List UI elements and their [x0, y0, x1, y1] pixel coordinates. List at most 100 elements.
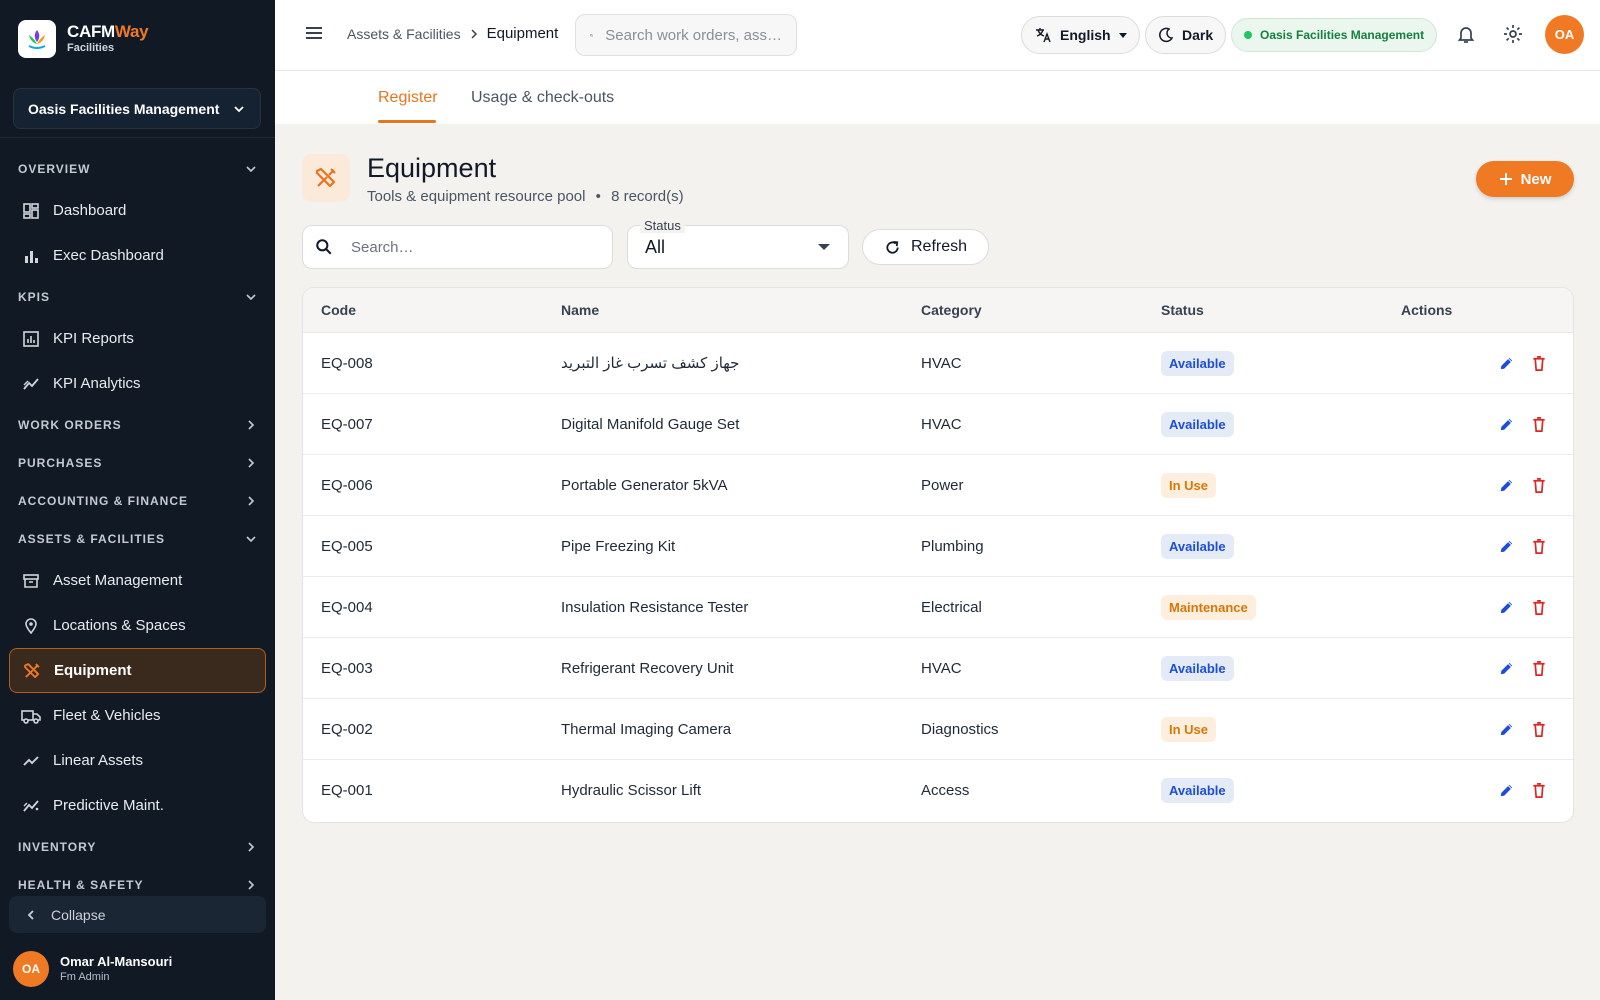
table-row[interactable]: EQ-004 Insulation Resistance Tester Elec…: [303, 577, 1573, 638]
table-row[interactable]: EQ-002 Thermal Imaging Camera Diagnostic…: [303, 699, 1573, 760]
edit-button[interactable]: [1498, 782, 1515, 799]
equipment-table: Code Name Category Status Actions EQ-008…: [302, 287, 1574, 823]
new-button[interactable]: New: [1476, 161, 1574, 197]
global-search[interactable]: Search work orders, ass…: [575, 14, 797, 56]
sidebar-item-locations-spaces[interactable]: Locations & Spaces: [9, 603, 266, 648]
delete-button[interactable]: [1531, 782, 1547, 799]
trash-icon: [1533, 355, 1545, 371]
pencil-icon: [1500, 357, 1513, 369]
table-row[interactable]: EQ-005 Pipe Freezing Kit Plumbing Availa…: [303, 516, 1573, 577]
menu-button[interactable]: [303, 22, 325, 49]
delete-button[interactable]: [1531, 660, 1547, 677]
column-header-code[interactable]: Code: [303, 302, 543, 318]
sidebar-section-label: KPIS: [18, 290, 51, 304]
status-filter-label: Status: [640, 218, 685, 233]
sidebar-item-exec-dashboard[interactable]: Exec Dashboard: [9, 233, 266, 278]
sidebar-item-label: Linear Assets: [53, 752, 144, 769]
delete-button[interactable]: [1531, 538, 1547, 555]
sidebar-section-label: PURCHASES: [18, 456, 103, 470]
delete-button[interactable]: [1531, 721, 1547, 738]
chevron-right-icon: [248, 420, 255, 430]
delete-button[interactable]: [1531, 416, 1547, 433]
sidebar-item-asset-management[interactable]: Asset Management: [9, 558, 266, 603]
sidebar-item-kpi-analytics[interactable]: KPI Analytics: [9, 361, 266, 406]
sidebar-section-purchases[interactable]: PURCHASES: [0, 444, 275, 482]
sidebar-item-kpi-reports[interactable]: KPI Reports: [9, 316, 266, 361]
org-selector[interactable]: Oasis Facilities Management: [13, 88, 261, 129]
tab-register[interactable]: Register: [378, 89, 438, 107]
sidebar-section-overview[interactable]: OVERVIEW: [0, 150, 275, 188]
edit-button[interactable]: [1498, 477, 1515, 494]
brand[interactable]: CAFMWay Facilities: [18, 20, 149, 58]
record-count: 8 record(s): [611, 188, 684, 205]
table-row[interactable]: EQ-006 Portable Generator 5kVA Power In …: [303, 455, 1573, 516]
user-avatar[interactable]: OA: [1545, 15, 1584, 54]
edit-button[interactable]: [1498, 721, 1515, 738]
cell-code: EQ-007: [321, 415, 373, 433]
language-label: English: [1060, 27, 1111, 43]
cell-category: HVAC: [921, 415, 962, 433]
table-row[interactable]: EQ-003 Refrigerant Recovery Unit HVAC Av…: [303, 638, 1573, 699]
breadcrumb-current: Equipment: [486, 25, 559, 42]
tools-icon: [315, 167, 336, 188]
edit-button[interactable]: [1498, 599, 1515, 616]
new-button-label: New: [1520, 170, 1552, 188]
org-badge[interactable]: Oasis Facilities Management: [1231, 18, 1438, 52]
status-badge: In Use: [1161, 472, 1217, 498]
table-search-input[interactable]: Search…: [302, 225, 613, 269]
delete-button[interactable]: [1531, 355, 1547, 372]
plus-icon: [1499, 173, 1512, 185]
avatar: OA: [13, 951, 49, 987]
edit-button[interactable]: [1498, 660, 1515, 677]
delete-button[interactable]: [1531, 599, 1547, 616]
column-header-status[interactable]: Status: [1143, 302, 1383, 318]
edit-button[interactable]: [1498, 538, 1515, 555]
cell-code: EQ-002: [321, 720, 373, 738]
tab-usage-checkouts[interactable]: Usage & check-outs: [471, 89, 614, 107]
sidebar-section-label: HEALTH & SAFETY: [18, 878, 144, 890]
table-row[interactable]: EQ-001 Hydraulic Scissor Lift Access Ava…: [303, 760, 1573, 821]
edit-button[interactable]: [1498, 416, 1515, 433]
delete-button[interactable]: [1531, 477, 1547, 494]
bell-icon: [1457, 27, 1475, 43]
cell-category: Access: [921, 782, 970, 799]
status-filter-select[interactable]: Status All: [627, 218, 849, 269]
column-header-name[interactable]: Name: [543, 302, 903, 318]
pencil-icon: [1500, 662, 1513, 674]
search-icon: [590, 33, 593, 37]
pencil-icon: [1500, 601, 1513, 613]
language-selector[interactable]: English: [1021, 16, 1140, 54]
page-title: Equipment: [367, 153, 497, 183]
sidebar-item-label: KPI Analytics: [53, 375, 141, 392]
status-badge: Available: [1161, 533, 1234, 559]
sidebar-section-assets-facilities[interactable]: ASSETS & FACILITIES: [0, 520, 275, 558]
table-row[interactable]: EQ-008 جهاز كشف تسرب غاز التبريد HVAC Av…: [303, 333, 1573, 394]
user-profile[interactable]: OA Omar Al-Mansouri Fm Admin: [13, 951, 172, 987]
pencil-icon: [1500, 784, 1513, 797]
trash-icon: [1533, 477, 1545, 493]
user-name: Omar Al-Mansouri: [60, 954, 173, 969]
sidebar-item-linear-assets[interactable]: Linear Assets: [9, 738, 266, 783]
sidebar-section-accounting-finance[interactable]: ACCOUNTING & FINANCE: [0, 482, 275, 520]
breadcrumb-assets[interactable]: Assets & Facilities: [347, 26, 461, 42]
trash-icon: [1533, 660, 1545, 676]
page-description: Tools & equipment resource pool: [367, 188, 586, 205]
sidebar-section-kpis[interactable]: KPIS: [0, 278, 275, 316]
sidebar-item-fleet-vehicles[interactable]: Fleet & Vehicles: [9, 693, 266, 738]
table-row[interactable]: EQ-007 Digital Manifold Gauge Set HVAC A…: [303, 394, 1573, 455]
edit-button[interactable]: [1498, 355, 1515, 372]
column-header-category[interactable]: Category: [903, 302, 1143, 318]
collapse-button[interactable]: Collapse: [9, 896, 266, 933]
sidebar-item-predictive-maint[interactable]: Predictive Maint.: [9, 783, 266, 828]
brand-subtitle: Facilities: [67, 42, 115, 54]
sidebar-section-work-orders[interactable]: WORK ORDERS: [0, 406, 275, 444]
sidebar-item-dashboard[interactable]: Dashboard: [9, 188, 266, 233]
notifications-button[interactable]: [1455, 23, 1477, 50]
refresh-button[interactable]: Refresh: [862, 229, 989, 265]
settings-button[interactable]: [1502, 23, 1524, 50]
active-tab-indicator: [378, 120, 436, 123]
theme-toggle[interactable]: Dark: [1145, 16, 1227, 54]
sidebar-item-equipment[interactable]: Equipment: [9, 648, 266, 693]
sidebar-section-health-safety[interactable]: HEALTH & SAFETY: [0, 866, 275, 890]
sidebar-section-inventory[interactable]: INVENTORY: [0, 828, 275, 866]
